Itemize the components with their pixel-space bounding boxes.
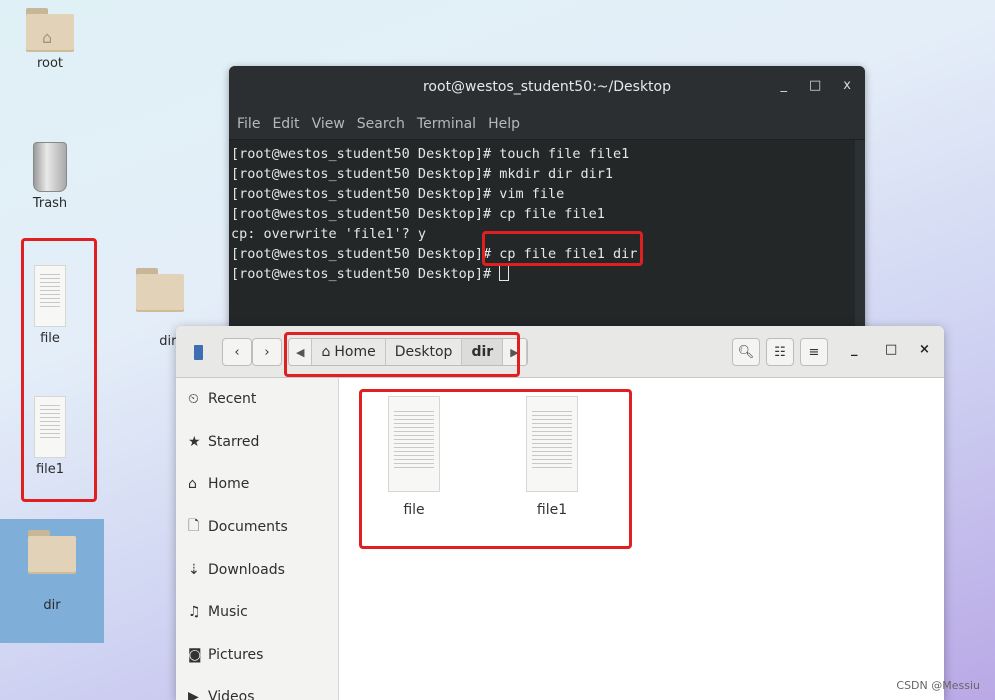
sidebar-item-videos[interactable]: ▶ Videos [176,676,338,700]
list-view-icon: ☷ [774,344,786,360]
terminal-titlebar[interactable]: root@westos_student50:~/Desktop _ □ x [229,66,865,108]
menu-view[interactable]: View [312,116,345,132]
close-button[interactable]: x [843,78,851,93]
highlight-box-command [482,231,643,266]
terminal-line: [root@westos_student50 Desktop]# touch f… [231,146,630,162]
sidebar-item-label: Videos [208,689,255,700]
search-button[interactable]: 🔍︎ [732,338,760,366]
hamburger-icon: ≡ [808,344,820,360]
terminal-menubar: File Edit View Search Terminal Help [229,108,865,140]
sidebar-item-documents[interactable]: 🗋 Documents [176,506,338,549]
sidebar-item-music[interactable]: ♫ Music [176,591,338,634]
star-icon: ★ [188,433,201,450]
sidebar-item-label: Documents [208,519,288,536]
terminal-line: [root@westos_student50 Desktop]# mkdir d… [231,166,614,182]
terminal-line: [root@westos_student50 Desktop]# vim fil… [231,186,565,202]
highlight-box-desktop-files [21,238,97,502]
view-toggle-button[interactable]: ☷ [766,338,794,366]
minimize-button[interactable]: _ [851,342,858,357]
download-icon: ⇣ [188,561,200,578]
desktop-icon-label: dir [43,598,61,613]
folder-icon [28,530,76,574]
menu-help[interactable]: Help [488,116,520,132]
sidebar-item-downloads[interactable]: ⇣ Downloads [176,548,338,591]
maximize-button[interactable]: □ [809,78,821,93]
desktop-icon-label: root [36,56,64,71]
music-icon: ♫ [188,604,201,621]
menu-terminal[interactable]: Terminal [417,116,476,132]
places-sidebar: ⏲ Recent ★ Starred ⌂ Home 🗋 Documents ⇣ Downl… [176,378,339,700]
sidebar-item-label: Downloads [208,561,285,578]
back-button[interactable]: ‹ [222,338,252,366]
trash-icon [33,142,67,192]
camera-icon: ◙ [188,646,202,663]
home-folder-icon: ⌂ [26,8,74,52]
folder-icon [136,268,184,312]
sidebar-item-label: Music [208,604,248,621]
sidebar-item-pictures[interactable]: ◙ Pictures [176,634,338,677]
clock-icon: ⏲ [188,391,199,408]
search-icon: 🔍︎ [737,344,755,360]
sidebar-item-home[interactable]: ⌂ Home [176,463,338,506]
cursor-block [499,264,510,281]
terminal-title: root@westos_student50:~/Desktop [422,79,671,95]
terminal-prompt-line: [root@westos_student50 Desktop]# [231,264,863,284]
watermark: CSDN @Messiu [896,679,980,692]
home-icon: ⌂ [188,476,197,493]
highlight-box-copied-files [359,389,632,549]
desktop-icon-label: Trash [32,196,68,211]
terminal-scrollbar[interactable] [855,140,865,336]
menu-edit[interactable]: Edit [272,116,299,132]
sidebar-item-starred[interactable]: ★ Starred [176,421,338,464]
terminal-window[interactable]: root@westos_student50:~/Desktop _ □ x Fi… [229,66,865,336]
forward-button[interactable]: › [252,338,282,366]
desktop-icon-dir[interactable]: dir [17,530,87,613]
minimize-button[interactable]: _ [781,78,788,93]
sidebar-item-label: Pictures [208,646,264,663]
document-icon: 🗋 [188,518,200,535]
sidebar-item-label: Starred [208,433,260,450]
menu-button[interactable]: ≡ [800,338,828,366]
maximize-button[interactable]: □ [885,342,897,357]
sidebar-toggle-icon[interactable] [188,338,208,366]
desktop-icon-root[interactable]: ⌂ root [15,8,85,71]
terminal-line: [root@westos_student50 Desktop]# cp file… [231,206,605,222]
video-icon: ▶ [188,689,199,700]
sidebar-item-label: Recent [208,391,257,408]
terminal-prompt: [root@westos_student50 Desktop]# [231,266,500,282]
desktop-icon-trash[interactable]: Trash [15,142,85,211]
highlight-box-path [284,332,520,377]
close-button[interactable]: × [919,342,930,357]
sidebar-item-recent[interactable]: ⏲ Recent [176,378,338,421]
menu-file[interactable]: File [237,116,260,132]
sidebar-item-label: Home [208,476,250,493]
menu-search[interactable]: Search [357,116,405,132]
